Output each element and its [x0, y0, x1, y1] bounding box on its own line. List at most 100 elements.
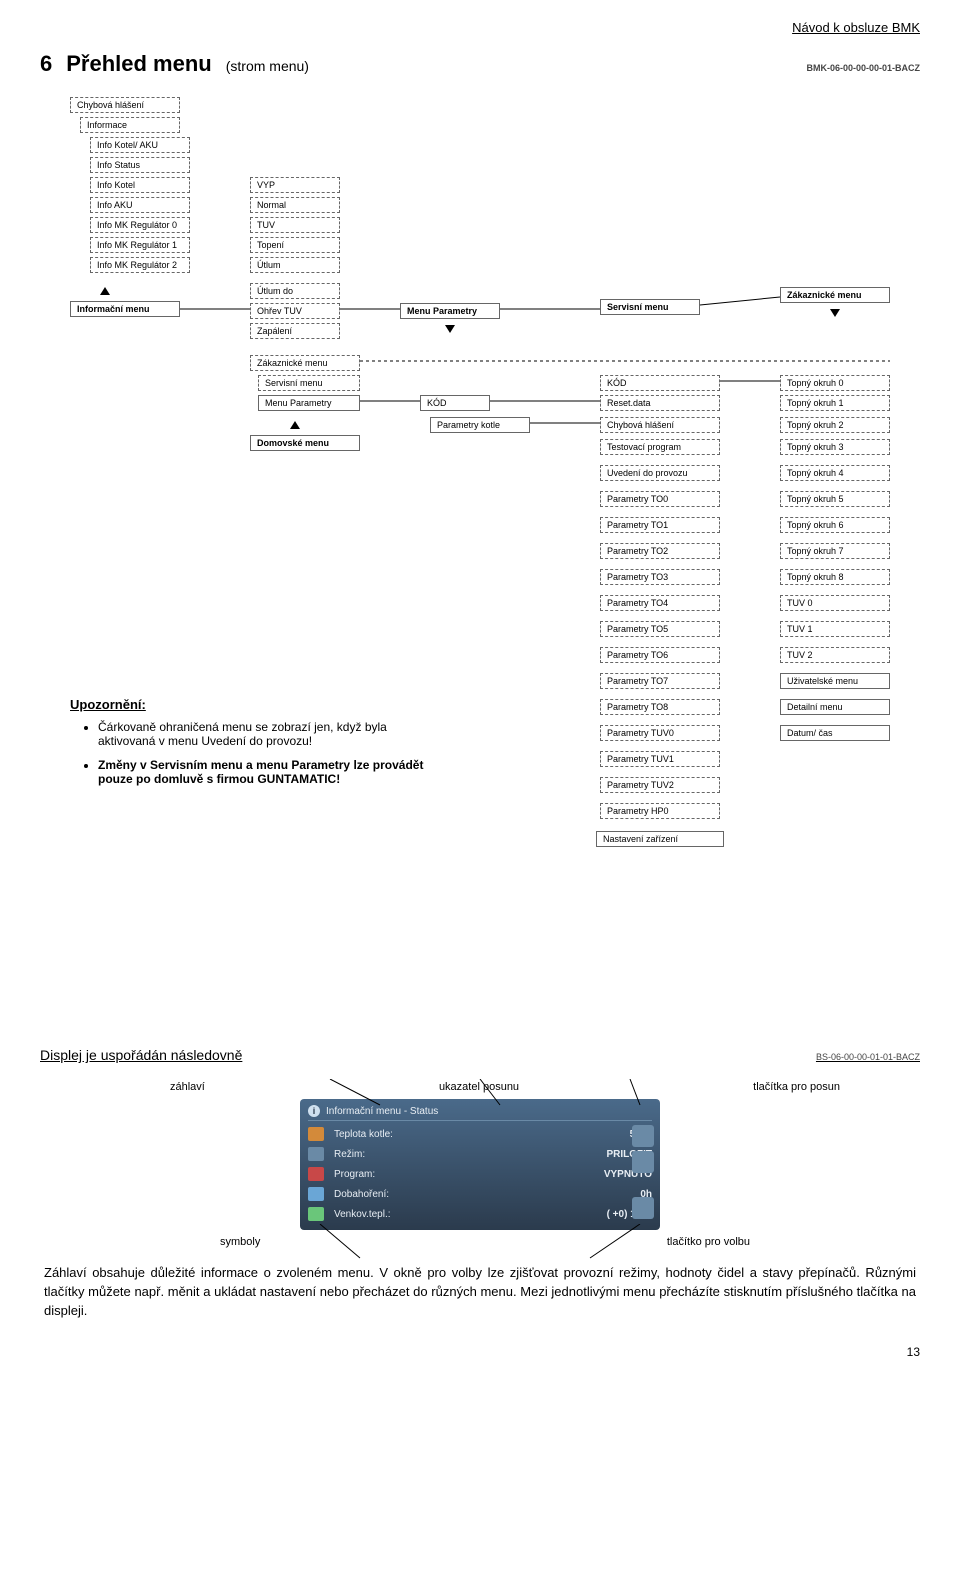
scroll-down-button[interactable] [632, 1151, 654, 1173]
chapter-title: Přehled menu [66, 51, 211, 77]
sc-label: Venkov.tepl.: [334, 1209, 597, 1220]
select-button[interactable] [632, 1197, 654, 1219]
screenshot-row[interactable]: Program: VYPNUTO [308, 1164, 652, 1184]
servisni-menu-box: Servisní menu [600, 299, 700, 315]
tree-mode: Ohřev TUV [250, 303, 340, 319]
tree-col3: Parametry TO2 [600, 543, 720, 559]
tree-box: Chybová hlášení [70, 97, 180, 113]
sc-label: Dobahoření: [334, 1189, 630, 1200]
tree-col4: Topný okruh 7 [780, 543, 890, 559]
display-label-select-button: tlačítko pro volbu [667, 1236, 750, 1248]
scroll-up-button[interactable] [632, 1125, 654, 1147]
tree-col3: Parametry TO4 [600, 595, 720, 611]
tree-box: Zákaznické menu [250, 355, 360, 371]
tree-mode: Zapálení [250, 323, 340, 339]
zakaznicke-menu-box: Zákaznické menu [780, 287, 890, 303]
tree-col4: Topný okruh 5 [780, 491, 890, 507]
tree-box: Info Kotel [90, 177, 190, 193]
timer-icon [308, 1187, 324, 1201]
tree-box: Info MK Regulátor 2 [90, 257, 190, 273]
tree-col4: Uživatelské menu [780, 673, 890, 689]
arrow-up-icon [100, 287, 110, 295]
tree-mode: TUV [250, 217, 340, 233]
tree-col3: Testovací program [600, 439, 720, 455]
tree-col4: Topný okruh 0 [780, 375, 890, 391]
tree-col4: Topný okruh 6 [780, 517, 890, 533]
tree-mode: Útlum [250, 257, 340, 273]
tree-box: Info Kotel/ AKU [90, 137, 190, 153]
tree-col3: Parametry TO5 [600, 621, 720, 637]
tree-col4: Topný okruh 4 [780, 465, 890, 481]
tree-col4: Datum/ čas [780, 725, 890, 741]
notice-bullet: Změny v Servisním menu a menu Parametry … [98, 758, 430, 786]
tree-col3: Parametry TO3 [600, 569, 720, 585]
kod-box: KÓD [420, 395, 490, 411]
display-heading: Displej je uspořádán následovně [40, 1047, 242, 1063]
domovske-menu-box: Domovské menu [250, 435, 360, 451]
tree-box: Info MK Regulátor 1 [90, 237, 190, 253]
section-title: 6 Přehled menu (strom menu) BMK-06-00-00… [40, 51, 920, 77]
tree-col3: Parametry TUV0 [600, 725, 720, 741]
tree-box: Info Status [90, 157, 190, 173]
tree-box: Info MK Regulátor 0 [90, 217, 190, 233]
chapter-subtitle: (strom menu) [226, 58, 309, 74]
outdoor-temp-icon [308, 1207, 324, 1221]
tree-col3: Parametry TO7 [600, 673, 720, 689]
tree-col3: Parametry TUV2 [600, 777, 720, 793]
tree-col4: TUV 1 [780, 621, 890, 637]
menu-parametry-box: Menu Parametry [400, 303, 500, 319]
tree-box: Informace [80, 117, 180, 133]
tree-mode: Útlum do [250, 283, 340, 299]
screenshot-row[interactable]: Venkov.tepl.: ( +0) 11°C [308, 1204, 652, 1224]
display-label-header: záhlaví [170, 1081, 205, 1093]
tree-mode: Topení [250, 237, 340, 253]
tree-col3: Parametry TO6 [600, 647, 720, 663]
arrow-down-icon [445, 325, 455, 333]
tree-mode: VYP [250, 177, 340, 193]
thermometer-icon [308, 1127, 324, 1141]
tree-col4: Topný okruh 2 [780, 417, 890, 433]
tree-box: Servisní menu [258, 375, 360, 391]
chapter-number: 6 [40, 51, 52, 77]
menu-tree: Chybová hlášení Informace Info Kotel/ AK… [40, 87, 920, 1007]
notice-block: Upozornění: Čárkovaně ohraničená menu se… [70, 697, 430, 796]
tree-col3: Uvedení do provozu [600, 465, 720, 481]
tree-col4: Topný okruh 8 [780, 569, 890, 585]
sc-label: Režim: [334, 1149, 596, 1160]
pointer-lines [300, 1224, 660, 1264]
sc-label: Program: [334, 1169, 594, 1180]
tree-box: Menu Parametry [258, 395, 360, 411]
tree-col3: Parametry TO1 [600, 517, 720, 533]
tree-mode: Normal [250, 197, 340, 213]
tree-col3: Parametry TO0 [600, 491, 720, 507]
tree-col4: TUV 0 [780, 595, 890, 611]
tree-box: Info AKU [90, 197, 190, 213]
chapter-code: BMK-06-00-00-00-01-BACZ [806, 63, 920, 73]
display-label-scroll-buttons: tlačítka pro posun [753, 1081, 840, 1093]
tree-col4: Topný okruh 1 [780, 395, 890, 411]
tree-col3: Chybová hlášení [600, 417, 720, 433]
page-number: 13 [40, 1345, 920, 1359]
tree-col4: Topný okruh 3 [780, 439, 890, 455]
notice-heading: Upozornění: [70, 697, 430, 712]
arrow-down-icon [830, 309, 840, 317]
tree-col3: Parametry HP0 [600, 803, 720, 819]
sc-label: Teplota kotle: [334, 1129, 620, 1140]
doc-title: Návod k obsluze BMK [40, 20, 920, 35]
tree-col3: Parametry TO8 [600, 699, 720, 715]
body-paragraph: Záhlaví obsahuje důležité informace o zv… [44, 1264, 916, 1321]
tree-col3: KÓD [600, 375, 720, 391]
notice-bullet: Čárkovaně ohraničená menu se zobrazí jen… [98, 720, 430, 748]
display-label-symbols: symboly [220, 1236, 260, 1248]
display-screenshot: i Informační menu - Status Teplota kotle… [300, 1099, 660, 1230]
screenshot-row[interactable]: Režim: PRILOZIT [308, 1144, 652, 1164]
screenshot-row[interactable]: Teplota kotle: 50°C [308, 1124, 652, 1144]
screenshot-row[interactable]: Dobahoření: 0h [308, 1184, 652, 1204]
pointer-lines [300, 1079, 660, 1109]
param-kotle-box: Parametry kotle [430, 417, 530, 433]
power-icon [308, 1167, 324, 1181]
tree-col3: Parametry TUV1 [600, 751, 720, 767]
info-menu-box: Informační menu [70, 301, 180, 317]
arrow-up-icon [290, 421, 300, 429]
tree-col4: TUV 2 [780, 647, 890, 663]
